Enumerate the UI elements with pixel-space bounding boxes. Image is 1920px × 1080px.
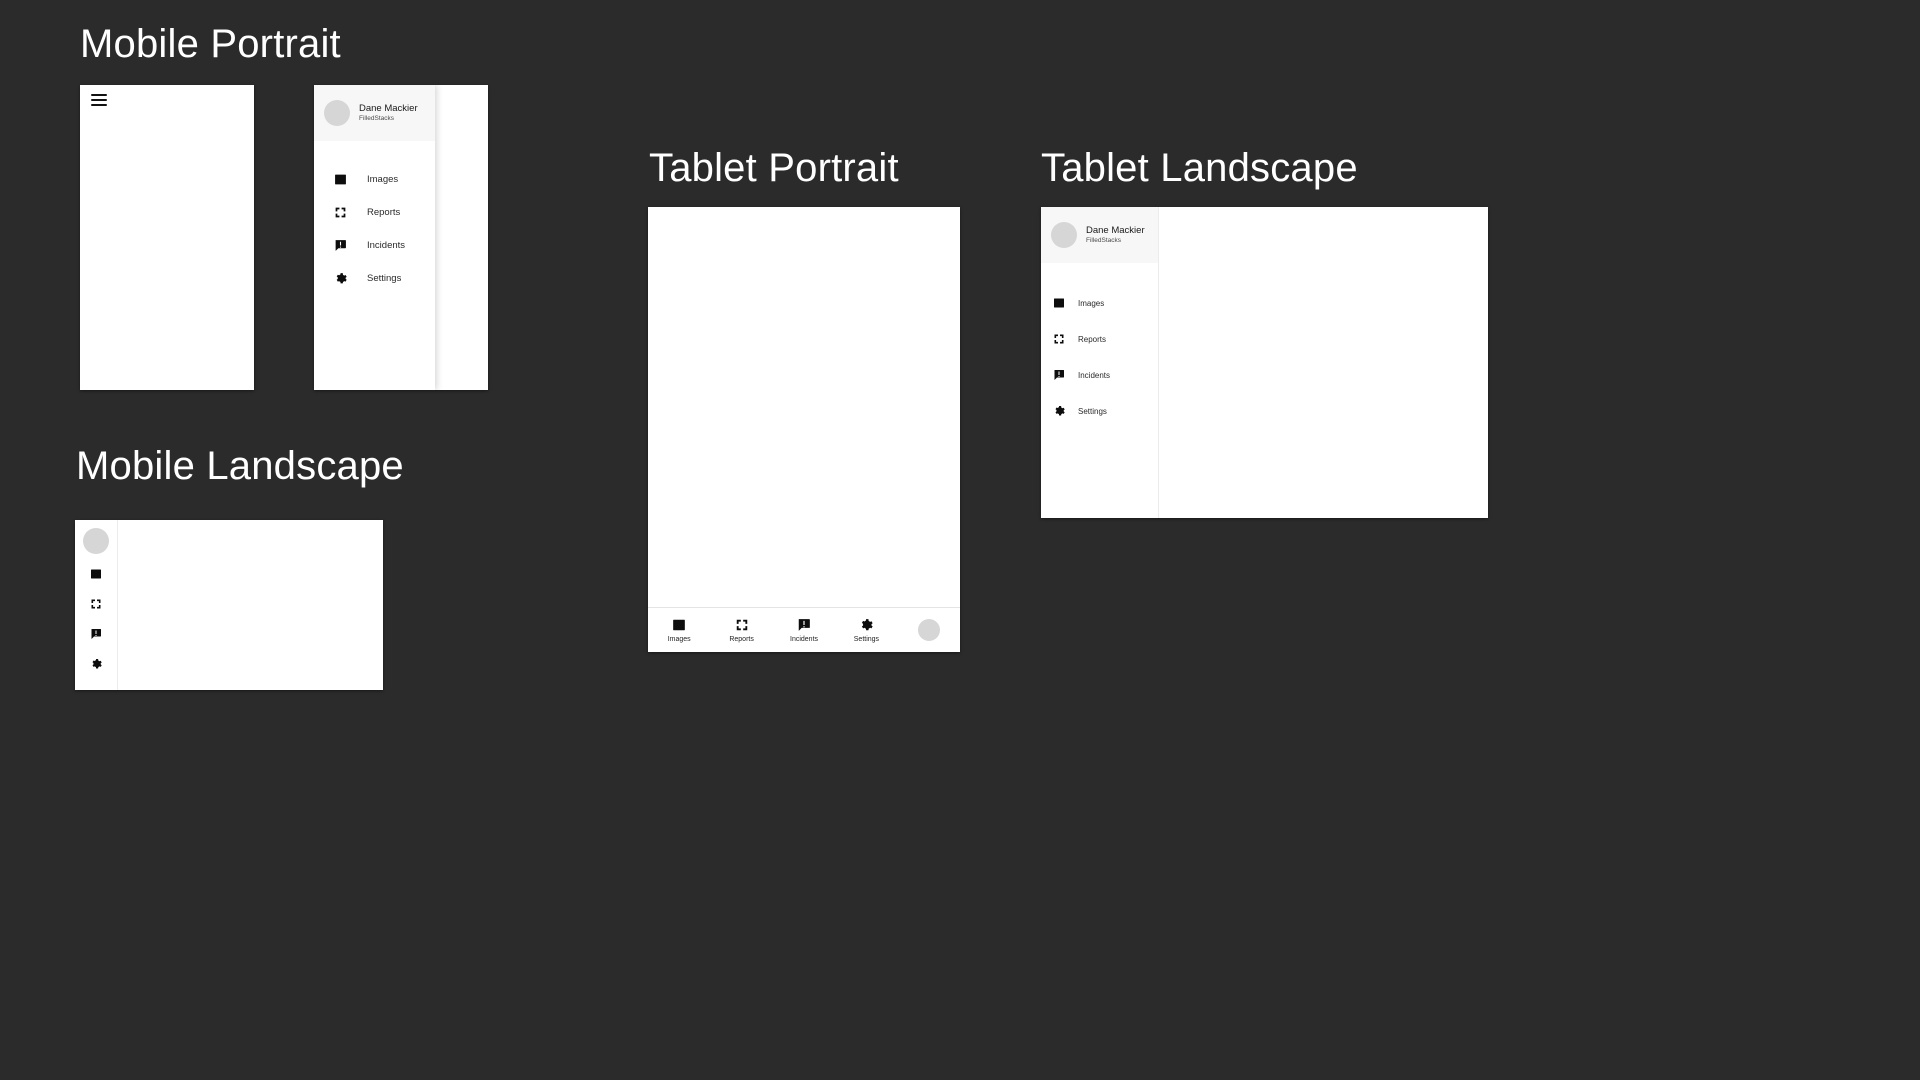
- section-title-tablet-landscape: Tablet Landscape: [1041, 146, 1358, 190]
- device-tablet-portrait: Images Reports Incidents Settings: [648, 207, 960, 652]
- bottom-nav-item-images[interactable]: Images: [648, 618, 710, 643]
- bottom-navigation-bar: Images Reports Incidents Settings: [648, 607, 960, 652]
- image-icon: [672, 618, 686, 632]
- bottom-nav-item-reports[interactable]: Reports: [710, 618, 772, 643]
- sidebar-item-reports[interactable]: Reports: [1041, 321, 1158, 357]
- drawer-item-label: Reports: [367, 207, 401, 218]
- profile-subtitle: FilledStacks: [1086, 236, 1122, 244]
- device-mobile-portrait-drawer-open: Dane Mackier FilledStacks Images Reports: [314, 85, 488, 390]
- avatar[interactable]: [83, 528, 109, 554]
- navigation-rail: [75, 520, 118, 690]
- device-mobile-landscape: [75, 520, 383, 690]
- profile-text: Dane Mackier FilledStacks: [359, 103, 418, 122]
- sidebar-item-settings[interactable]: Settings: [1041, 393, 1158, 429]
- drawer-profile-header[interactable]: Dane Mackier FilledStacks: [314, 85, 435, 141]
- drawer-scrim[interactable]: [435, 85, 488, 390]
- drawer-item-reports[interactable]: Reports: [314, 196, 435, 229]
- device-mobile-portrait-closed: [80, 85, 254, 390]
- bottom-nav-label: Settings: [853, 635, 880, 643]
- reports-icon: [1053, 333, 1065, 345]
- avatar: [1051, 222, 1077, 248]
- reports-icon: [735, 618, 749, 632]
- sidebar-item-incidents[interactable]: Incidents: [1041, 357, 1158, 393]
- section-title-mobile-landscape: Mobile Landscape: [76, 444, 404, 488]
- drawer-item-images[interactable]: Images: [314, 163, 435, 196]
- section-title-tablet-portrait: Tablet Portrait: [649, 146, 899, 190]
- hamburger-bar: [91, 94, 107, 96]
- drawer-item-label: Settings: [367, 273, 402, 284]
- settings-icon: [1053, 405, 1065, 417]
- section-title-mobile-portrait: Mobile Portrait: [80, 22, 341, 66]
- sidebar-item-images[interactable]: Images: [1041, 285, 1158, 321]
- incidents-icon: [1053, 369, 1065, 381]
- bottom-nav-label: Reports: [729, 635, 754, 643]
- drawer-item-label: Incidents: [367, 240, 406, 251]
- profile-subtitle: FilledStacks: [359, 114, 395, 122]
- profile-text: Dane Mackier FilledStacks: [1086, 225, 1145, 244]
- incidents-icon: [797, 618, 811, 632]
- content-area: [1159, 207, 1488, 518]
- bottom-nav-item-incidents[interactable]: Incidents: [773, 618, 835, 643]
- navigation-sidebar: Dane Mackier FilledStacks Images Reports: [1041, 207, 1159, 518]
- bottom-nav-item-settings[interactable]: Settings: [835, 618, 897, 643]
- avatar: [917, 619, 940, 641]
- settings-icon: [334, 272, 347, 285]
- navigation-drawer: Dane Mackier FilledStacks Images Reports: [314, 85, 435, 390]
- settings-icon: [859, 618, 874, 632]
- sidebar-item-label: Images: [1078, 298, 1105, 308]
- sidebar-profile-header[interactable]: Dane Mackier FilledStacks: [1041, 207, 1158, 263]
- bottom-nav-profile[interactable]: [898, 619, 960, 641]
- image-icon: [334, 173, 347, 186]
- profile-name: Dane Mackier: [359, 103, 418, 115]
- drawer-item-settings[interactable]: Settings: [314, 262, 435, 295]
- sidebar-item-label: Reports: [1078, 334, 1107, 344]
- mockup-canvas: Mobile Portrait Dane Mackier FilledStack…: [0, 0, 1920, 1080]
- image-icon: [1053, 297, 1065, 309]
- drawer-item-label: Images: [367, 174, 399, 185]
- avatar: [324, 100, 350, 126]
- sidebar-item-label: Incidents: [1078, 370, 1111, 380]
- content-area: [648, 207, 960, 607]
- sidebar-item-label: Settings: [1078, 406, 1107, 416]
- hamburger-bar: [91, 104, 107, 106]
- sidebar-menu-list: Images Reports Incidents Settings: [1041, 263, 1158, 429]
- reports-icon: [334, 206, 347, 219]
- drawer-menu-list: Images Reports Incidents Settings: [314, 141, 435, 295]
- bottom-nav-label: Incidents: [790, 635, 819, 643]
- rail-item-incidents[interactable]: [90, 628, 102, 640]
- hamburger-bar: [91, 99, 107, 101]
- incidents-icon: [334, 239, 347, 252]
- rail-item-settings[interactable]: [90, 658, 102, 670]
- drawer-item-incidents[interactable]: Incidents: [314, 229, 435, 262]
- device-tablet-landscape: Dane Mackier FilledStacks Images Reports: [1041, 207, 1488, 518]
- rail-item-reports[interactable]: [90, 598, 102, 610]
- rail-item-list: [90, 568, 102, 670]
- hamburger-icon[interactable]: [91, 94, 107, 106]
- bottom-nav-label: Images: [667, 635, 691, 643]
- content-area: [118, 520, 383, 690]
- rail-item-images[interactable]: [90, 568, 102, 580]
- profile-name: Dane Mackier: [1086, 225, 1145, 237]
